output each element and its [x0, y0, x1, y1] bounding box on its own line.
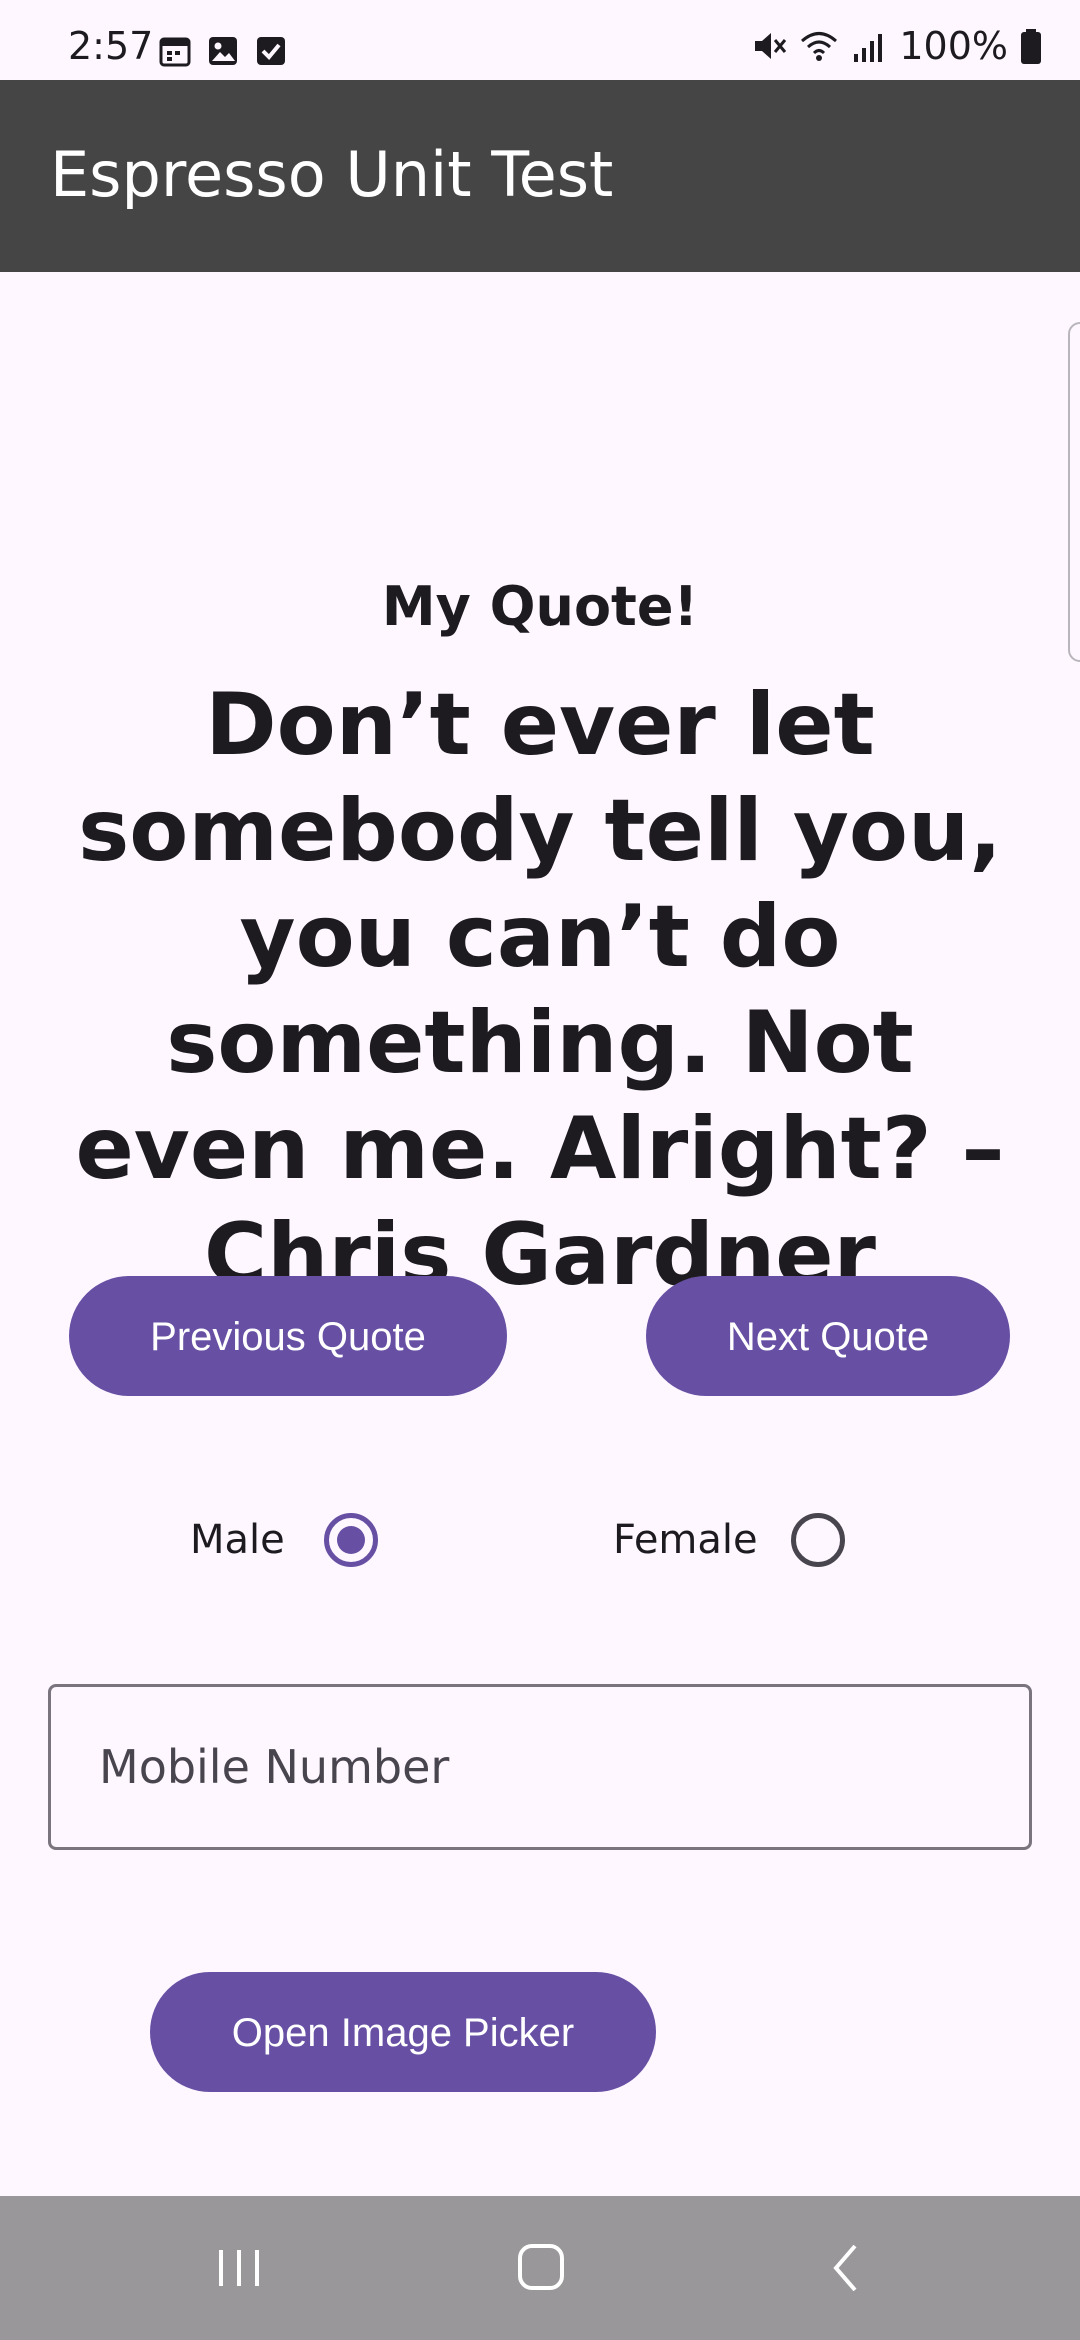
- back-icon[interactable]: [800, 2226, 890, 2310]
- female-label: Female: [613, 1517, 758, 1563]
- status-notification-icons: [158, 34, 288, 68]
- radio-selected-dot: [337, 1526, 365, 1554]
- female-radio[interactable]: [791, 1513, 845, 1567]
- battery-icon: [1018, 26, 1044, 66]
- previous-quote-button[interactable]: Previous Quote: [69, 1276, 507, 1396]
- battery-percent: 100%: [899, 24, 1008, 68]
- mobile-number-field[interactable]: [48, 1684, 1032, 1850]
- app-screen: 2:57 100% Espresso Unit Test My Quote! D…: [0, 0, 1080, 2340]
- status-system-icons: 100%: [749, 26, 1044, 66]
- male-label: Male: [190, 1517, 285, 1563]
- image-icon: [206, 34, 240, 68]
- status-bar: 2:57 100%: [0, 0, 1080, 80]
- recents-icon[interactable]: [194, 2226, 284, 2310]
- signal-icon: [849, 26, 889, 66]
- quote-text: Don’t ever let somebody tell you, you ca…: [75, 675, 1005, 1305]
- system-nav-bar: [0, 2196, 1080, 2340]
- checkbox-icon: [254, 34, 288, 68]
- male-radio[interactable]: [324, 1513, 378, 1567]
- mute-icon: [749, 26, 789, 66]
- home-icon[interactable]: [496, 2226, 586, 2310]
- calendar-icon: [158, 34, 192, 68]
- next-quote-button[interactable]: Next Quote: [646, 1276, 1010, 1396]
- wifi-icon: [799, 26, 839, 66]
- app-bar: Espresso Unit Test: [0, 80, 1080, 272]
- status-time: 2:57: [68, 24, 154, 68]
- app-title: Espresso Unit Test: [50, 138, 614, 211]
- open-image-picker-button[interactable]: Open Image Picker: [150, 1972, 656, 2092]
- quote-heading: My Quote!: [381, 575, 699, 638]
